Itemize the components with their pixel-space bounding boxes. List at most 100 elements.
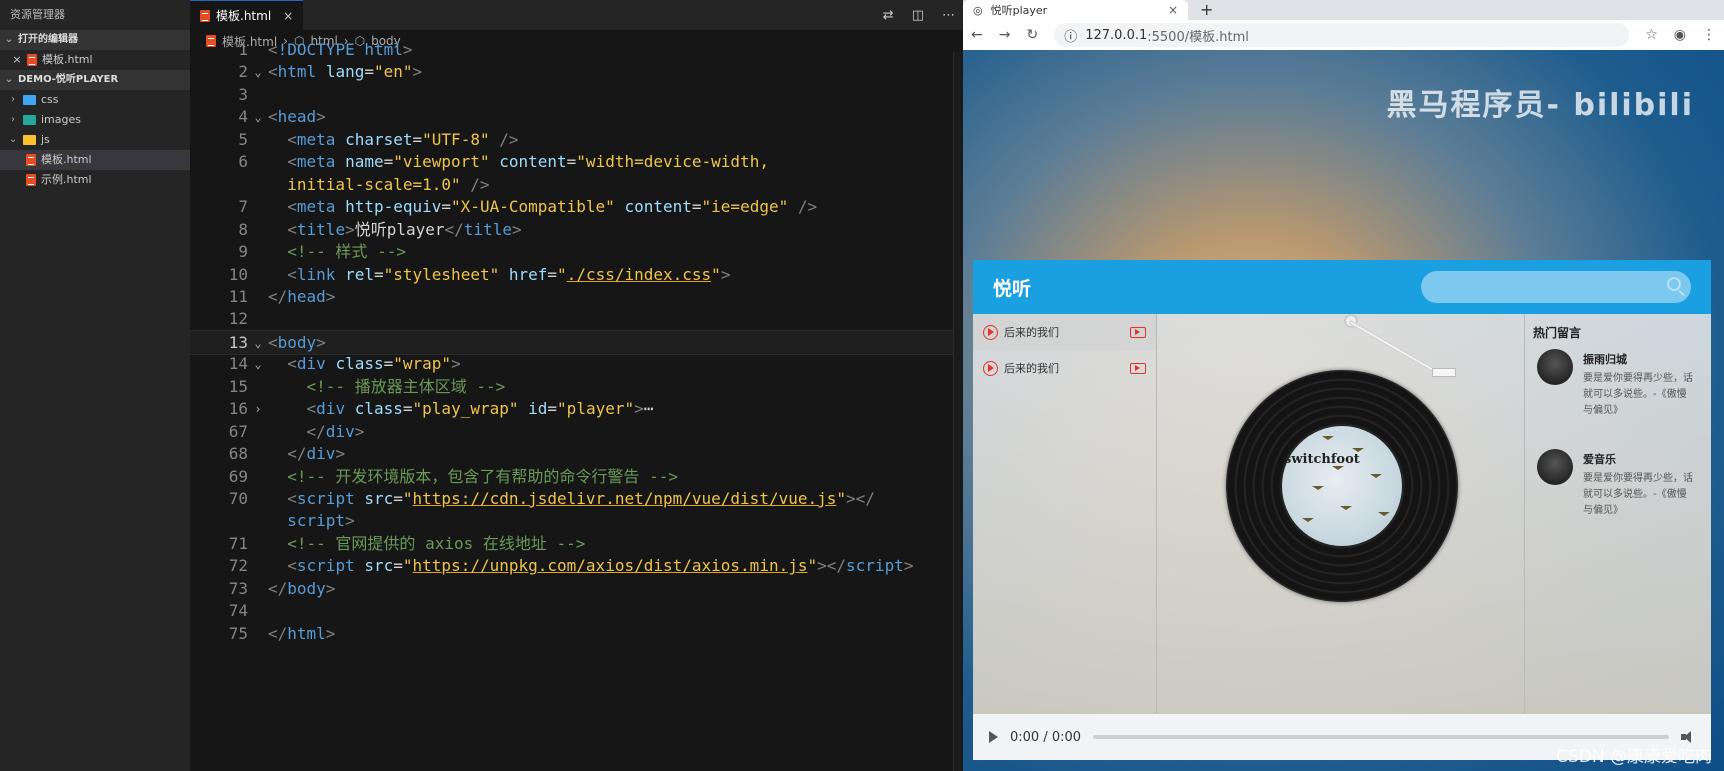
file-item-template[interactable]: 模板.html <box>0 150 190 170</box>
code-text[interactable]: initial-scale=1.0" /> <box>268 173 489 198</box>
code-text[interactable]: </html> <box>268 622 335 647</box>
search-input[interactable] <box>1421 271 1691 303</box>
open-editors-section[interactable]: ⌄ 打开的编辑器 <box>0 30 190 50</box>
code-line[interactable]: 16 › <div class="play_wrap" id="player">⋯ <box>190 397 963 422</box>
more-icon[interactable]: ⋯ <box>942 8 955 23</box>
comment-author: 振雨归城 <box>1583 353 1627 366</box>
code-text[interactable]: <!-- 播放器主体区域 --> <box>268 375 506 400</box>
code-text[interactable]: <html lang="en"> <box>268 60 422 85</box>
code-text[interactable]: <script src="https://unpkg.com/axios/dis… <box>268 554 913 579</box>
code-line[interactable]: 11 </head> <box>190 285 963 310</box>
code-text[interactable]: <meta http-equiv="X-UA-Compatible" conte… <box>268 195 817 220</box>
code-line[interactable]: 74 <box>190 599 963 624</box>
code-line[interactable]: 73 </body> <box>190 577 963 602</box>
compare-icon[interactable]: ⇄ <box>883 8 894 23</box>
file-item-example[interactable]: 示例.html <box>0 170 190 190</box>
song-title: 后来的我们 <box>1004 362 1059 375</box>
mv-icon[interactable] <box>1130 362 1146 374</box>
code-text[interactable]: <div class="play_wrap" id="player">⋯ <box>268 397 654 422</box>
star-icon[interactable]: ☆ <box>1645 27 1658 43</box>
browser-tabbar: ◎ 悦听player × + <box>963 0 1724 20</box>
code-editor[interactable]: 模板.html × ⇄ ◫ ⋯ 模板.html › ⬡ html › ⬡ bod… <box>190 0 963 771</box>
code-text[interactable]: </body> <box>268 577 335 602</box>
folder-item-images[interactable]: › images <box>0 110 190 130</box>
line-number: 9 <box>238 242 248 262</box>
play-icon[interactable] <box>989 731 998 743</box>
folder-item-css[interactable]: › css <box>0 90 190 110</box>
code-line[interactable]: 4 ⌄ <head> <box>190 105 963 130</box>
close-icon[interactable]: × <box>283 9 293 23</box>
new-tab-button[interactable]: + <box>1188 0 1225 20</box>
code-text[interactable]: <!-- 样式 --> <box>268 240 406 265</box>
code-line[interactable]: 8 <title>悦听player</title> <box>190 218 963 243</box>
code-line[interactable]: initial-scale=1.0" /> <box>190 173 963 198</box>
code-line[interactable]: 12 <box>190 307 963 332</box>
code-text[interactable]: <!-- 官网提供的 axios 在线地址 --> <box>268 532 585 557</box>
list-item[interactable]: 后来的我们 <box>973 350 1156 386</box>
code-text[interactable]: </div> <box>268 420 365 445</box>
mv-icon[interactable] <box>1130 326 1146 338</box>
code-text[interactable]: <meta name="viewport" content="width=dev… <box>268 150 769 175</box>
fold-gutter <box>248 307 268 332</box>
code-text[interactable]: <!DOCTYPE html> <box>268 38 413 63</box>
code-line[interactable]: 72 <script src="https://unpkg.com/axios/… <box>190 554 963 579</box>
code-line[interactable]: 2 ⌄ <html lang="en"> <box>190 60 963 85</box>
back-icon[interactable]: ← <box>971 27 983 43</box>
code-text[interactable]: <meta charset="UTF-8" /> <box>268 128 518 153</box>
code-line[interactable]: 6 <meta name="viewport" content="width=d… <box>190 150 963 175</box>
fold-chevron-icon[interactable]: ⌄ <box>248 352 268 377</box>
list-item[interactable]: 后来的我们 <box>973 314 1156 350</box>
code-line[interactable]: 15 <!-- 播放器主体区域 --> <box>190 375 963 400</box>
comments-panel: 热门留言 振雨归城 要是爱你要得再少些，话就可以多说些。-《傲慢与偏见》 爱音乐… <box>1524 314 1711 714</box>
browser-tab[interactable]: ◎ 悦听player × <box>963 0 1188 20</box>
code-line[interactable]: 5 <meta charset="UTF-8" /> <box>190 128 963 153</box>
editor-scrollbar[interactable] <box>953 52 963 771</box>
progress-bar[interactable] <box>1093 735 1669 739</box>
code-text[interactable]: <link rel="stylesheet" href="./css/index… <box>268 263 730 288</box>
fold-chevron-icon[interactable]: ⌄ <box>248 60 268 85</box>
code-line[interactable]: 75 </html> <box>190 622 963 647</box>
fold-chevron-icon[interactable]: › <box>248 397 268 422</box>
code-text[interactable]: <body> <box>268 331 326 354</box>
menu-icon[interactable]: ⋮ <box>1702 27 1716 43</box>
search-icon[interactable] <box>1667 277 1681 291</box>
line-number: 70 <box>228 489 248 508</box>
open-editor-item[interactable]: × 模板.html <box>0 50 190 70</box>
code-text[interactable]: script> <box>268 509 354 534</box>
fold-chevron-icon[interactable]: ⌄ <box>248 105 268 130</box>
close-icon[interactable]: × <box>12 50 22 70</box>
fold-chevron-icon[interactable]: ⌄ <box>248 331 268 354</box>
bird-shape <box>1352 448 1364 452</box>
play-icon[interactable] <box>983 360 998 376</box>
code-line[interactable]: 7 <meta http-equiv="X-UA-Compatible" con… <box>190 195 963 220</box>
profile-icon[interactable]: ◉ <box>1674 27 1686 43</box>
editor-tab[interactable]: 模板.html × <box>190 0 304 30</box>
code-line[interactable]: 3 <box>190 83 963 108</box>
code-text[interactable]: </div> <box>268 442 345 467</box>
code-text[interactable]: <div class="wrap"> <box>268 352 460 377</box>
play-icon[interactable] <box>983 324 998 340</box>
code-line[interactable]: 67 </div> <box>190 420 963 445</box>
address-bar[interactable]: ⓘ 127.0.0.1:5500/模板.html <box>1054 23 1630 47</box>
code-line[interactable]: script> <box>190 509 963 534</box>
code-line[interactable]: 68 </div> <box>190 442 963 467</box>
close-icon[interactable]: × <box>1168 3 1178 17</box>
code-text[interactable]: <title>悦听player</title> <box>268 218 521 243</box>
code-line[interactable]: 9 <!-- 样式 --> <box>190 240 963 265</box>
code-line[interactable]: 69 <!-- 开发环境版本，包含了有帮助的命令行警告 --> <box>190 465 963 490</box>
code-line[interactable]: 13 ⌄ <body> <box>190 329 963 355</box>
folder-item-js[interactable]: ⌄ js <box>0 130 190 150</box>
code-text[interactable]: <head> <box>268 105 326 130</box>
code-line[interactable]: 1 <!DOCTYPE html> <box>190 38 963 63</box>
forward-icon[interactable]: → <box>999 27 1011 43</box>
reload-icon[interactable]: ↻ <box>1026 27 1038 43</box>
code-text[interactable]: <script src="https://cdn.jsdelivr.net/np… <box>268 487 875 512</box>
project-section[interactable]: ⌄ DEMO-悦听PLAYER <box>0 70 190 90</box>
code-line[interactable]: 10 <link rel="stylesheet" href="./css/in… <box>190 263 963 288</box>
code-line[interactable]: 14 ⌄ <div class="wrap"> <box>190 352 963 377</box>
code-line[interactable]: 71 <!-- 官网提供的 axios 在线地址 --> <box>190 532 963 557</box>
code-text[interactable]: </head> <box>268 285 335 310</box>
split-editor-icon[interactable]: ◫ <box>912 8 924 23</box>
code-text[interactable]: <!-- 开发环境版本，包含了有帮助的命令行警告 --> <box>268 465 678 490</box>
code-line[interactable]: 70 <script src="https://cdn.jsdelivr.net… <box>190 487 963 512</box>
